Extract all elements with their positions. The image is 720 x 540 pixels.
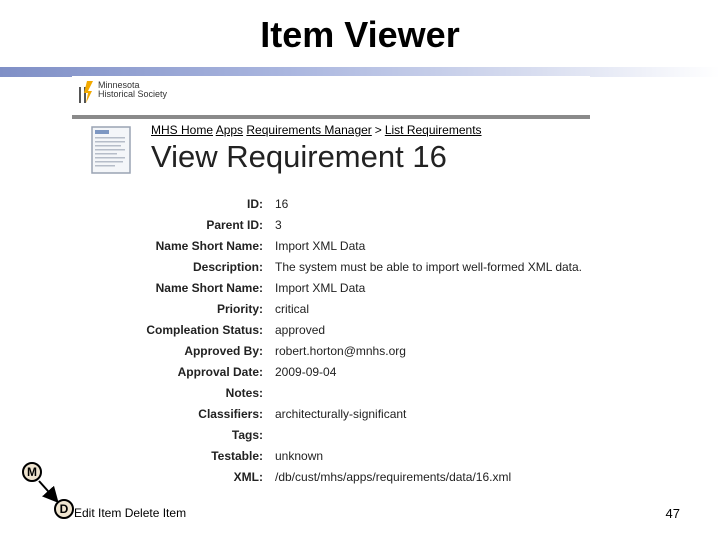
m-to-d-arrow xyxy=(38,480,59,503)
diagram-node-m: M xyxy=(22,462,42,482)
slide-page-number: 47 xyxy=(665,506,680,521)
diagram-node-d: D xyxy=(54,499,74,519)
